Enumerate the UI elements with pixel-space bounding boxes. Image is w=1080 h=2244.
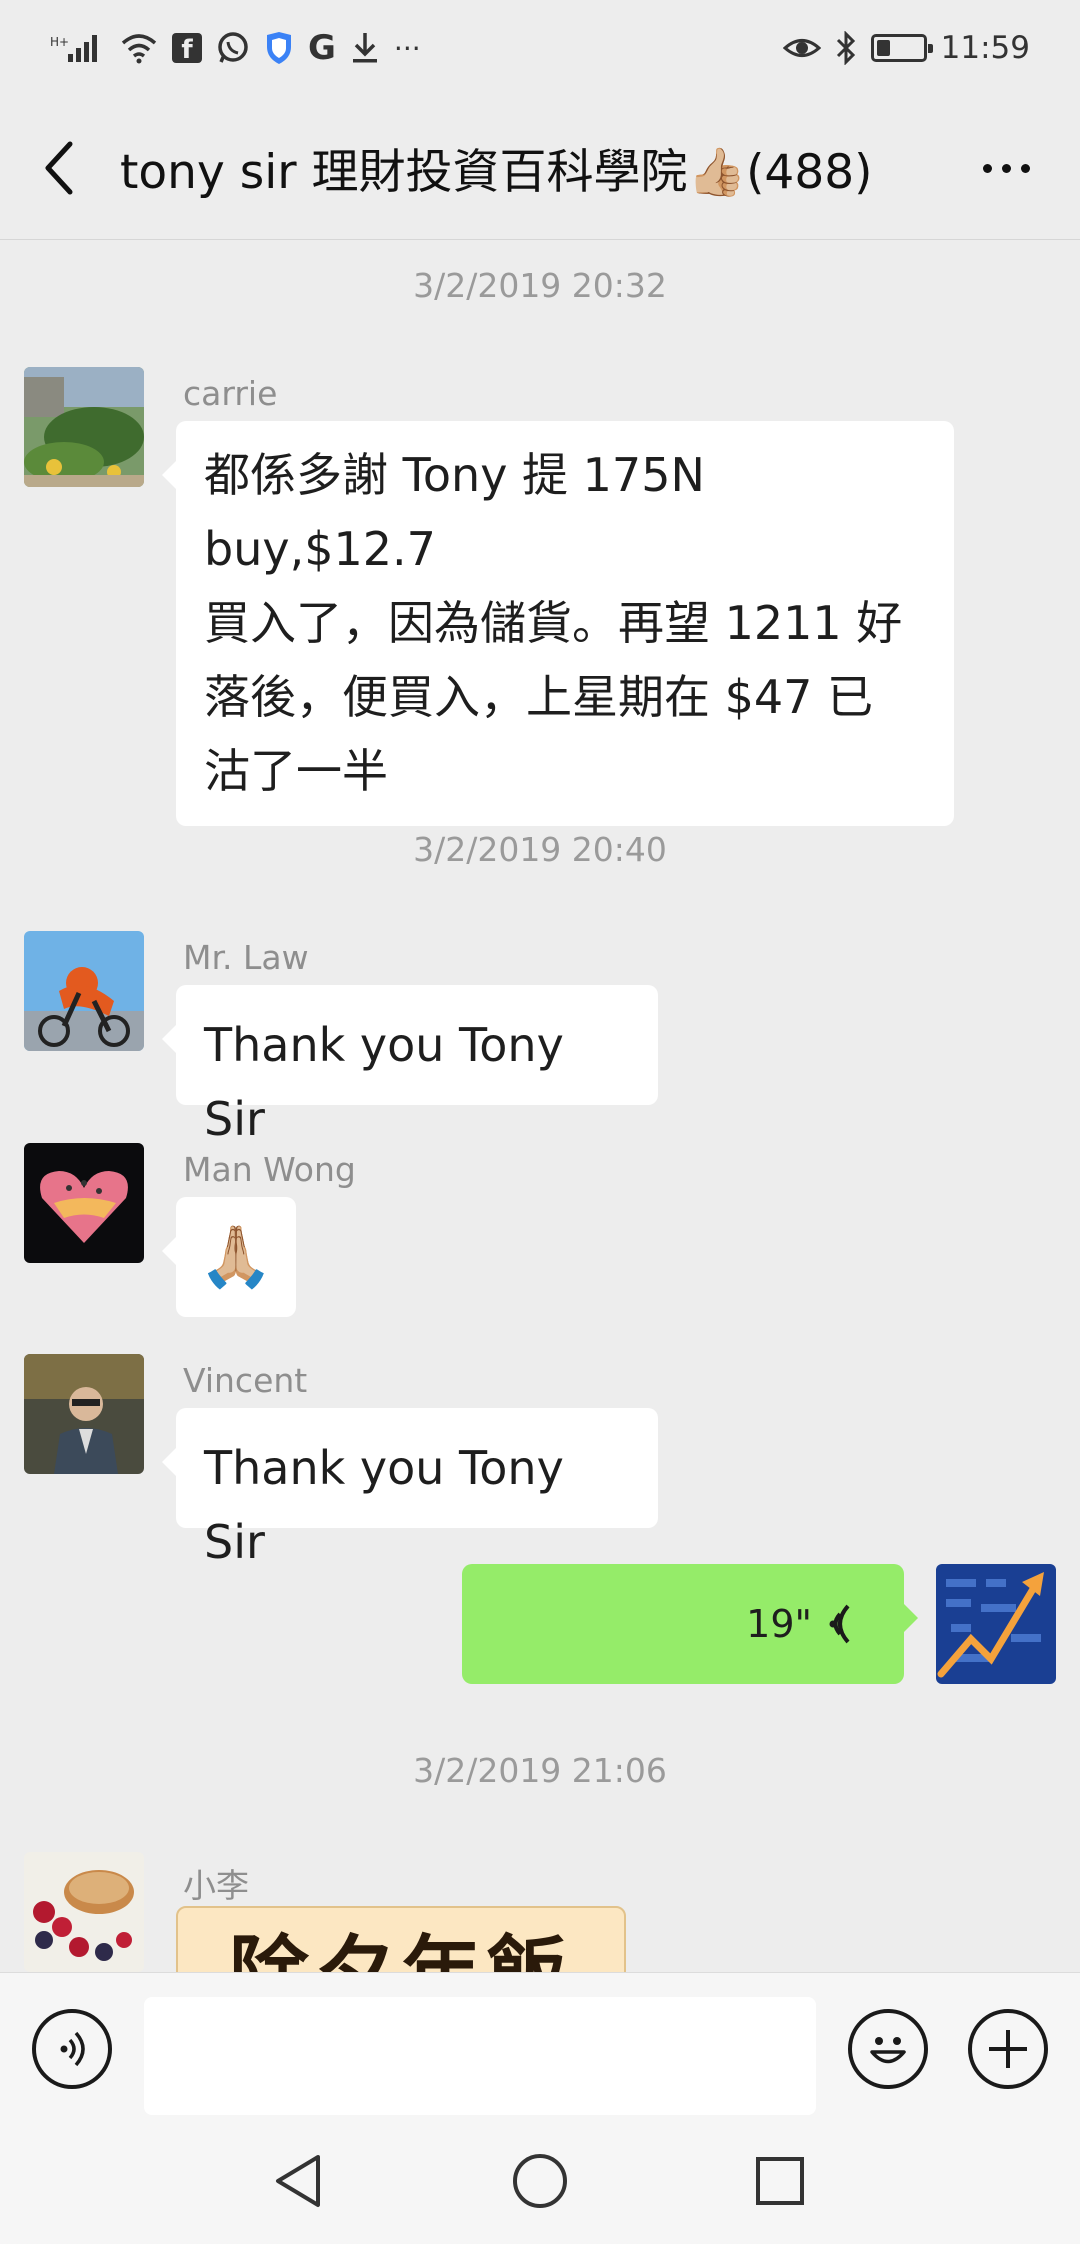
message-timestamp: 3/2/2019 20:40 — [413, 830, 667, 869]
message-line: 都係多謝 Tony 提 175N buy,$12.7 — [204, 448, 705, 576]
message-line: 沽了一半 — [204, 744, 388, 798]
voice-duration: 19" — [746, 1602, 812, 1646]
triangle-back-icon — [276, 2155, 320, 2207]
more-options-button[interactable] — [966, 136, 1046, 200]
voice-icon — [60, 2031, 85, 2067]
image-message-text: 除夕年飯 — [178, 1908, 624, 1972]
avatar-xiaoli[interactable] — [24, 1852, 144, 1972]
svg-text:H+: H+ — [50, 35, 69, 49]
member-count: (488) — [746, 145, 873, 200]
sender-name: 小李 — [183, 1866, 249, 1905]
chat-message-list[interactable]: 3/2/2019 20:32 carrie 都係多謝 Tony 提 175N b… — [0, 240, 1080, 1972]
status-left-icons: H+ f G ··· — [50, 28, 421, 68]
image-message[interactable]: 除夕年飯 — [176, 1906, 626, 1972]
voice-message-bubble[interactable]: 19" — [462, 1564, 918, 1684]
message-bubble[interactable]: 都係多謝 Tony 提 175N buy,$12.7 買入了，因為儲貨。再望 1… — [162, 421, 954, 826]
dot-icon — [1020, 163, 1030, 173]
voice-message-content: 19" — [490, 1585, 856, 1663]
avatar-vincent[interactable] — [24, 1354, 144, 1474]
add-attachment-button[interactable] — [968, 2009, 1048, 2089]
emoji-button[interactable] — [848, 2009, 928, 2089]
system-navigation-bar — [0, 2118, 1080, 2244]
voice-wave-icon — [829, 1604, 850, 1644]
message-bubble[interactable]: Thank you Tony Sir — [162, 1408, 658, 1569]
folded-hands-emoji: 🙏🏼 — [198, 1222, 274, 1292]
dot-icon — [1001, 163, 1011, 173]
eye-icon — [782, 30, 821, 66]
circle-home-icon — [513, 2154, 567, 2208]
nav-home-button[interactable] — [505, 2146, 575, 2216]
signal-icon: H+ — [50, 30, 106, 66]
wifi-icon — [120, 30, 158, 66]
bluetooth-icon — [835, 30, 857, 66]
status-bar: H+ f G ··· 11:59 — [0, 0, 1080, 96]
chat-title: tony sir 理財投資百科學院👍🏼(488) — [120, 133, 872, 202]
message-timestamp: 3/2/2019 21:06 — [413, 1751, 667, 1790]
sender-name: Vincent — [183, 1361, 308, 1400]
back-button[interactable] — [0, 96, 120, 240]
avatar-self[interactable] — [936, 1564, 1056, 1684]
plus-icon — [989, 2030, 1027, 2068]
message-input[interactable] — [144, 1997, 816, 2115]
avatar-mr-law[interactable] — [24, 931, 144, 1051]
avatar-man-wong[interactable] — [24, 1143, 144, 1263]
nav-back-button[interactable] — [263, 2146, 333, 2216]
download-icon — [350, 30, 380, 66]
voice-input-button[interactable] — [32, 2009, 112, 2089]
battery-level — [876, 40, 890, 56]
sender-name: carrie — [183, 374, 278, 413]
message-text: Thank you Tony Sir — [204, 1018, 564, 1146]
square-recents-icon — [756, 2157, 804, 2205]
chat-title-text: tony sir 理財投資百科學院 — [120, 145, 688, 200]
message-line: 落後，便買入，上星期在 $47 已 — [204, 670, 874, 724]
chat-header: tony sir 理財投資百科學院👍🏼(488) — [0, 96, 1080, 240]
message-bubble[interactable]: Thank you Tony Sir — [162, 985, 658, 1146]
thumbs-up-emoji: 👍🏼 — [687, 145, 747, 200]
shield-icon — [264, 30, 294, 66]
status-time: 11:59 — [940, 30, 1030, 66]
sender-name: Mr. Law — [183, 938, 309, 977]
sender-name: Man Wong — [183, 1150, 356, 1189]
message-bubble[interactable]: 🙏🏼 — [162, 1197, 296, 1317]
more-dots-icon: ··· — [393, 31, 421, 65]
whatsapp-icon — [216, 30, 250, 66]
message-text: Thank you Tony Sir — [204, 1441, 564, 1569]
back-arrow-icon — [45, 141, 73, 194]
input-bar — [0, 1972, 1080, 2118]
status-right-icons: 11:59 — [782, 30, 1030, 66]
avatar-carrie[interactable] — [24, 367, 144, 487]
google-icon: G — [308, 28, 336, 68]
battery-icon — [870, 34, 933, 62]
smiley-icon — [870, 2037, 906, 2064]
facebook-icon: f — [172, 33, 202, 63]
message-line: 買入了，因為儲貨。再望 1211 好 — [204, 596, 903, 650]
nav-recents-button[interactable] — [745, 2146, 815, 2216]
dot-icon — [982, 163, 992, 173]
message-timestamp: 3/2/2019 20:32 — [413, 266, 667, 305]
